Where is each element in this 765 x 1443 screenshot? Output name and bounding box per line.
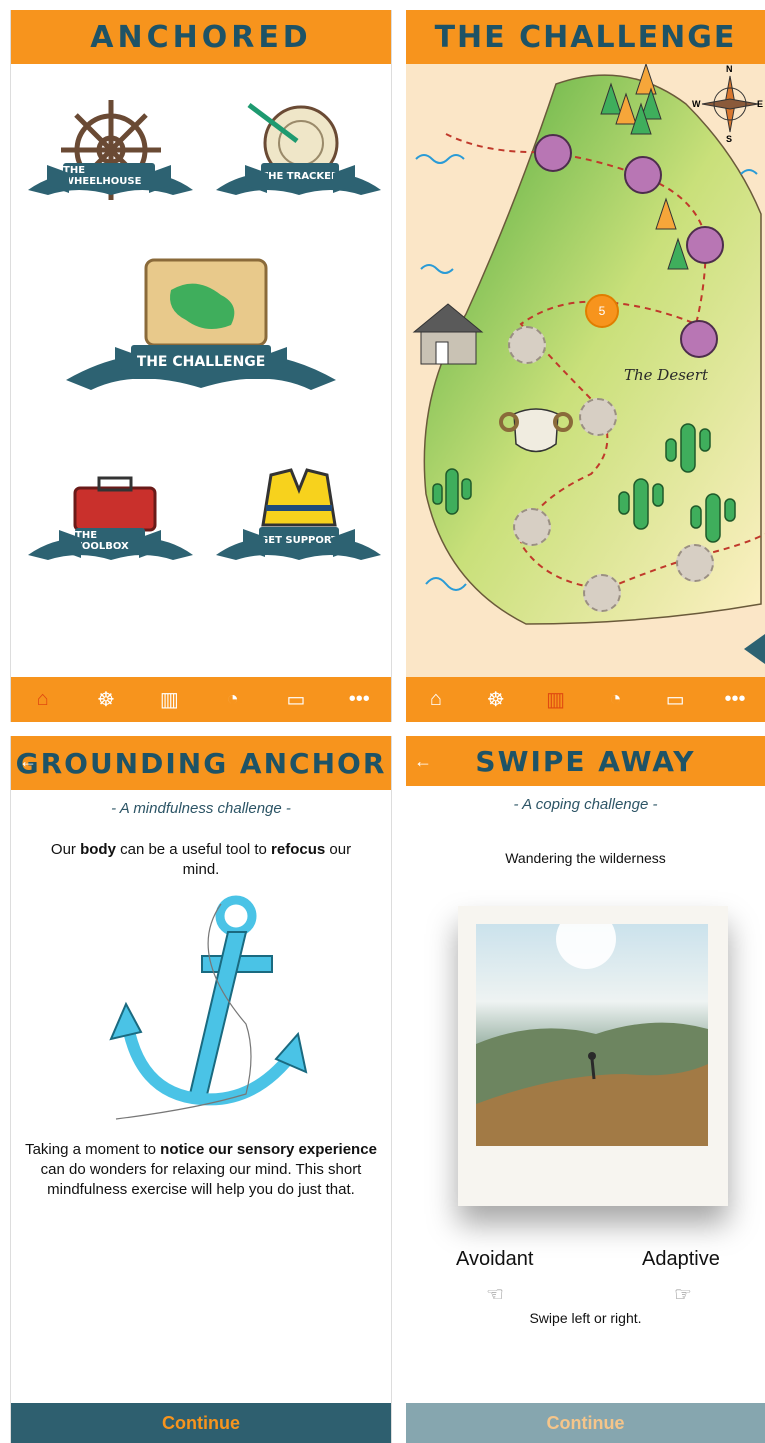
challenge-subtitle: - A mindfulness challenge - [111,800,291,817]
intro-text: Our body can be a useful tool to refocus… [41,840,361,880]
compass-s: S [726,134,733,144]
challenge-node-locked [579,398,617,436]
next-arrow-icon[interactable] [741,627,765,661]
compass-icon: N E S W [692,64,764,144]
toolbox-icon[interactable]: ▭ [660,687,690,712]
treasure-map-icon [66,258,336,390]
continue-button[interactable]: Continue [11,1403,391,1443]
support-label: GET SUPPORT [260,534,338,546]
challenge-tile[interactable]: THE CHALLENGE [56,250,346,410]
map-header: THE CHALLENGE [406,10,765,64]
intro-bold-refocus: refocus [271,841,326,858]
tracker-tile[interactable]: THE TRACKER [211,95,386,215]
more-icon[interactable]: ••• [344,688,374,711]
grounding-anchor-screen: ← GROUNDING ANCHOR - A mindfulness chall… [10,736,392,1443]
map-title: THE CHALLENGE [434,19,737,55]
app-title: ANCHORED [90,19,312,55]
wheelhouse-tile[interactable]: THE WHEELHOUSE [23,95,198,215]
challenge-label: THE CHALLENGE [136,354,266,370]
swipe-away-screen: ← SWIPE AWAY - A coping challenge - Wand… [406,736,765,1443]
challenge-title: GROUNDING ANCHOR [15,746,387,780]
compass-w: W [692,99,701,109]
continue-button[interactable]: Continue [406,1403,765,1443]
tracker-label: THE TRACKER [261,170,339,182]
tracker-dial-icon [216,103,381,195]
gauge-icon[interactable]: ◔ [218,688,248,711]
toolbox-label: THE TOOLBOX [75,530,129,552]
get-support-tile[interactable]: GET SUPPORT [211,465,386,570]
desc-pre: Taking a moment to [25,1141,161,1158]
bottom-nav: ⌂ ☸ ▥ ◔ ▭ ••• [11,677,391,722]
challenge-header: ← SWIPE AWAY [406,736,765,786]
compass-n: N [726,64,733,74]
challenge-node-completed[interactable] [624,156,662,194]
home-screen: ANCHORED THE WHEELHOUSE THE TRACKER THE … [10,10,392,722]
anchor-illustration [109,895,308,1120]
wheel-icon[interactable]: ☸ [481,687,511,712]
challenge-banner: THE CHALLENGE [131,345,271,379]
wheelhouse-banner: THE WHEELHOUSE [63,163,155,189]
challenge-node-locked [676,544,714,582]
intro-mid: can be a useful tool to [115,841,272,858]
desc-bold: notice our sensory experience [160,1141,377,1158]
challenge-node-completed[interactable] [686,226,724,264]
challenge-node-locked [513,508,551,546]
toolbox-banner: THE TOOLBOX [75,528,145,554]
swipe-left-icon: ☜ [486,1284,504,1306]
current-node-number: 5 [598,304,606,318]
intro-bold-body: body [80,841,116,858]
challenge-header: ← GROUNDING ANCHOR [11,736,391,790]
home-icon[interactable]: ⌂ [421,688,451,711]
challenge-node-completed[interactable] [680,320,718,358]
wheelhouse-label: THE WHEELHOUSE [63,165,142,187]
back-arrow-icon[interactable]: ← [19,751,37,772]
description-text: Taking a moment to notice our sensory ex… [19,1140,383,1200]
app-header: ANCHORED [11,10,391,64]
compass-e: E [757,99,764,109]
region-label: The Desert [624,366,708,384]
challenge-map-screen: THE CHALLENGE N E S W 5 The Desert ⌂ ☸ ▥… [406,10,765,722]
life-vest-icon [216,468,381,560]
bottom-nav: ⌂ ☸ ▥ ◔ ▭ ••• [406,677,765,722]
challenge-node-locked [508,326,546,364]
gauge-icon[interactable]: ◔ [600,688,630,711]
challenge-node-locked [583,574,621,612]
tracker-banner: THE TRACKER [261,163,339,189]
hiker-photo [476,924,708,1146]
map-icon[interactable]: ▥ [154,687,184,712]
desc-post: can do wonders for relaxing our mind. Th… [40,1161,362,1198]
swipe-instruction: Swipe left or right. [529,1310,642,1326]
challenge-map: N E S W 5 The Desert [406,64,765,677]
toolbox-icon [28,476,193,560]
back-arrow-icon[interactable]: ← [414,751,432,772]
support-banner: GET SUPPORT [259,527,339,553]
adaptive-option: Adaptive [642,1248,720,1270]
avoidant-option: Avoidant [456,1248,534,1270]
intro-pre: Our [50,841,81,858]
card-prompt: Wandering the wilderness [505,850,666,866]
challenge-subtitle: - A coping challenge - [513,796,658,813]
challenge-node-completed[interactable] [534,134,572,172]
map-icon[interactable]: ▥ [541,687,571,712]
home-icon[interactable]: ⌂ [28,688,58,711]
swipe-card[interactable] [458,906,728,1206]
wheel-icon[interactable]: ☸ [91,687,121,712]
more-icon[interactable]: ••• [720,688,750,711]
ships-wheel-icon [28,100,193,200]
challenge-title: SWIPE AWAY [475,744,696,778]
challenge-node-current[interactable]: 5 [585,294,619,328]
toolbox-icon[interactable]: ▭ [281,687,311,712]
toolbox-tile[interactable]: THE TOOLBOX [23,470,198,570]
swipe-right-icon: ☞ [674,1284,692,1306]
